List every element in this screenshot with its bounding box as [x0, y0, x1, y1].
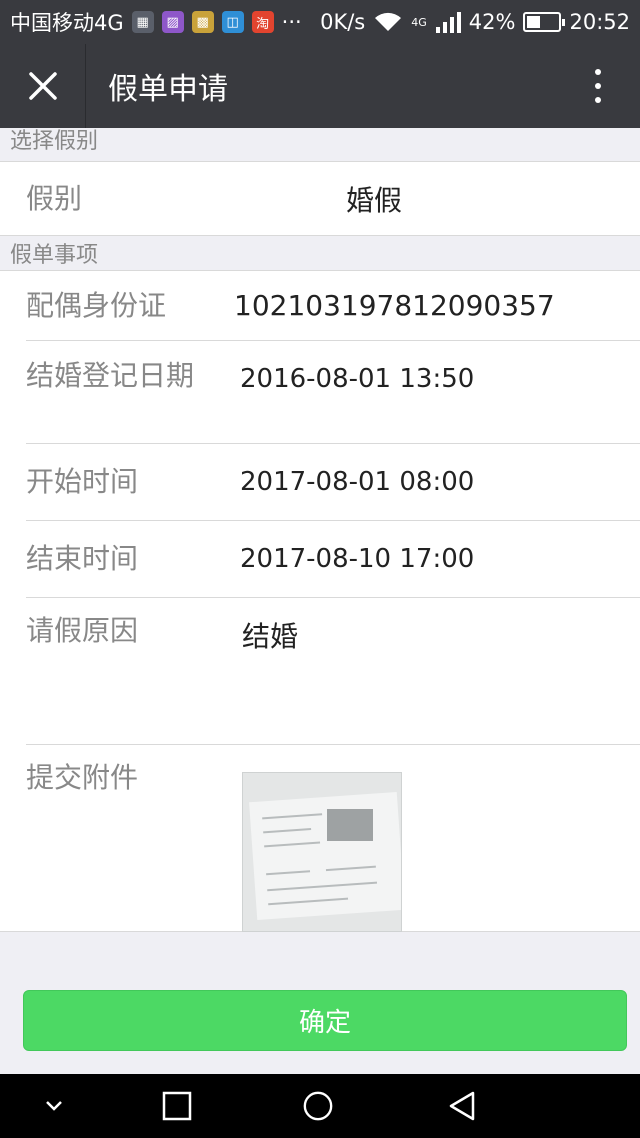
carrier-label: 中国移动4G [10, 11, 124, 35]
start-time-row[interactable]: 开始时间 2017-08-01 08:00 [0, 443, 640, 520]
circle-icon [303, 1091, 333, 1121]
home-button[interactable] [302, 1090, 334, 1122]
certificate-portrait [327, 809, 373, 841]
back-button[interactable] [446, 1090, 478, 1122]
attachment-thumbnail[interactable] [242, 772, 402, 932]
reason-value[interactable]: 结婚 [234, 615, 298, 744]
certificate-photo [249, 791, 401, 921]
leave-type-value[interactable]: 婚假 [234, 179, 402, 219]
recent-apps-button[interactable] [161, 1090, 193, 1122]
start-time-label: 开始时间 [26, 464, 139, 498]
battery-percent: 42% [468, 10, 516, 34]
more-dot-icon [595, 97, 601, 103]
marriage-date-value[interactable]: 2016-08-01 13:50 [234, 360, 474, 443]
more-dot-icon [595, 69, 601, 75]
game-notification-icon: ▩ [191, 11, 214, 33]
more-menu-button[interactable] [556, 44, 640, 128]
square-icon [162, 1091, 192, 1121]
spouse-id-row[interactable]: 配偶身份证 102103197812090357 [0, 271, 640, 340]
clock: 20:52 [569, 10, 630, 34]
more-notifications: ··· [281, 10, 302, 34]
browser-notification-icon: ◫ [221, 11, 244, 33]
leave-type-label: 假别 [26, 181, 83, 215]
confirm-button[interactable]: 确定 [23, 990, 627, 1051]
section-header-details: 假单事项 [0, 236, 640, 270]
spouse-id-value[interactable]: 102103197812090357 [234, 289, 555, 322]
network-speed: 0K/s [320, 10, 366, 34]
nav-bar: 假单申请 [0, 44, 640, 128]
marriage-date-label: 结婚登记日期 [26, 359, 195, 392]
marriage-date-row[interactable]: 结婚登记日期 2016-08-01 13:50 [0, 340, 640, 443]
system-nav-bar [0, 1074, 640, 1138]
battery-icon [523, 12, 566, 32]
taobao-icon: 淘 [251, 11, 274, 33]
spouse-id-label: 配偶身份证 [26, 288, 167, 322]
details-group: 配偶身份证 102103197812090357 结婚登记日期 2016-08-… [0, 270, 640, 932]
chevron-down-icon [46, 1101, 62, 1111]
reason-row[interactable]: 请假原因 结婚 [0, 597, 640, 744]
notification-app-icon: ▦ [131, 11, 154, 33]
more-dot-icon [595, 83, 601, 89]
end-time-label: 结束时间 [26, 541, 139, 575]
signal-icon [435, 12, 461, 33]
network-type: 4G [411, 16, 427, 29]
hide-nav-button[interactable] [38, 1090, 70, 1122]
triangle-back-icon [449, 1091, 475, 1121]
form-content: 选择假别 假别 婚假 假单事项 配偶身份证 102103197812090357… [0, 128, 640, 932]
close-icon [28, 72, 57, 100]
page-title: 假单申请 [108, 72, 228, 107]
wifi-icon [375, 12, 402, 31]
end-time-row[interactable]: 结束时间 2017-08-10 17:00 [0, 520, 640, 597]
close-button[interactable] [0, 44, 86, 128]
start-time-value[interactable]: 2017-08-01 08:00 [234, 467, 474, 497]
gallery-notification-icon: ▨ [161, 11, 184, 33]
attachment-row: 提交附件 [0, 744, 640, 932]
status-bar: 中国移动4G ▦ ▨ ▩ ◫ 淘 ··· 0K/s 4G 42% 20:52 [0, 0, 640, 44]
leave-type-group: 假别 婚假 [0, 161, 640, 236]
reason-label: 请假原因 [26, 614, 139, 647]
attachment-label: 提交附件 [26, 761, 139, 794]
section-header-leave-type: 选择假别 [0, 128, 640, 161]
leave-type-row[interactable]: 假别 婚假 [0, 162, 640, 235]
end-time-value[interactable]: 2017-08-10 17:00 [234, 544, 474, 574]
